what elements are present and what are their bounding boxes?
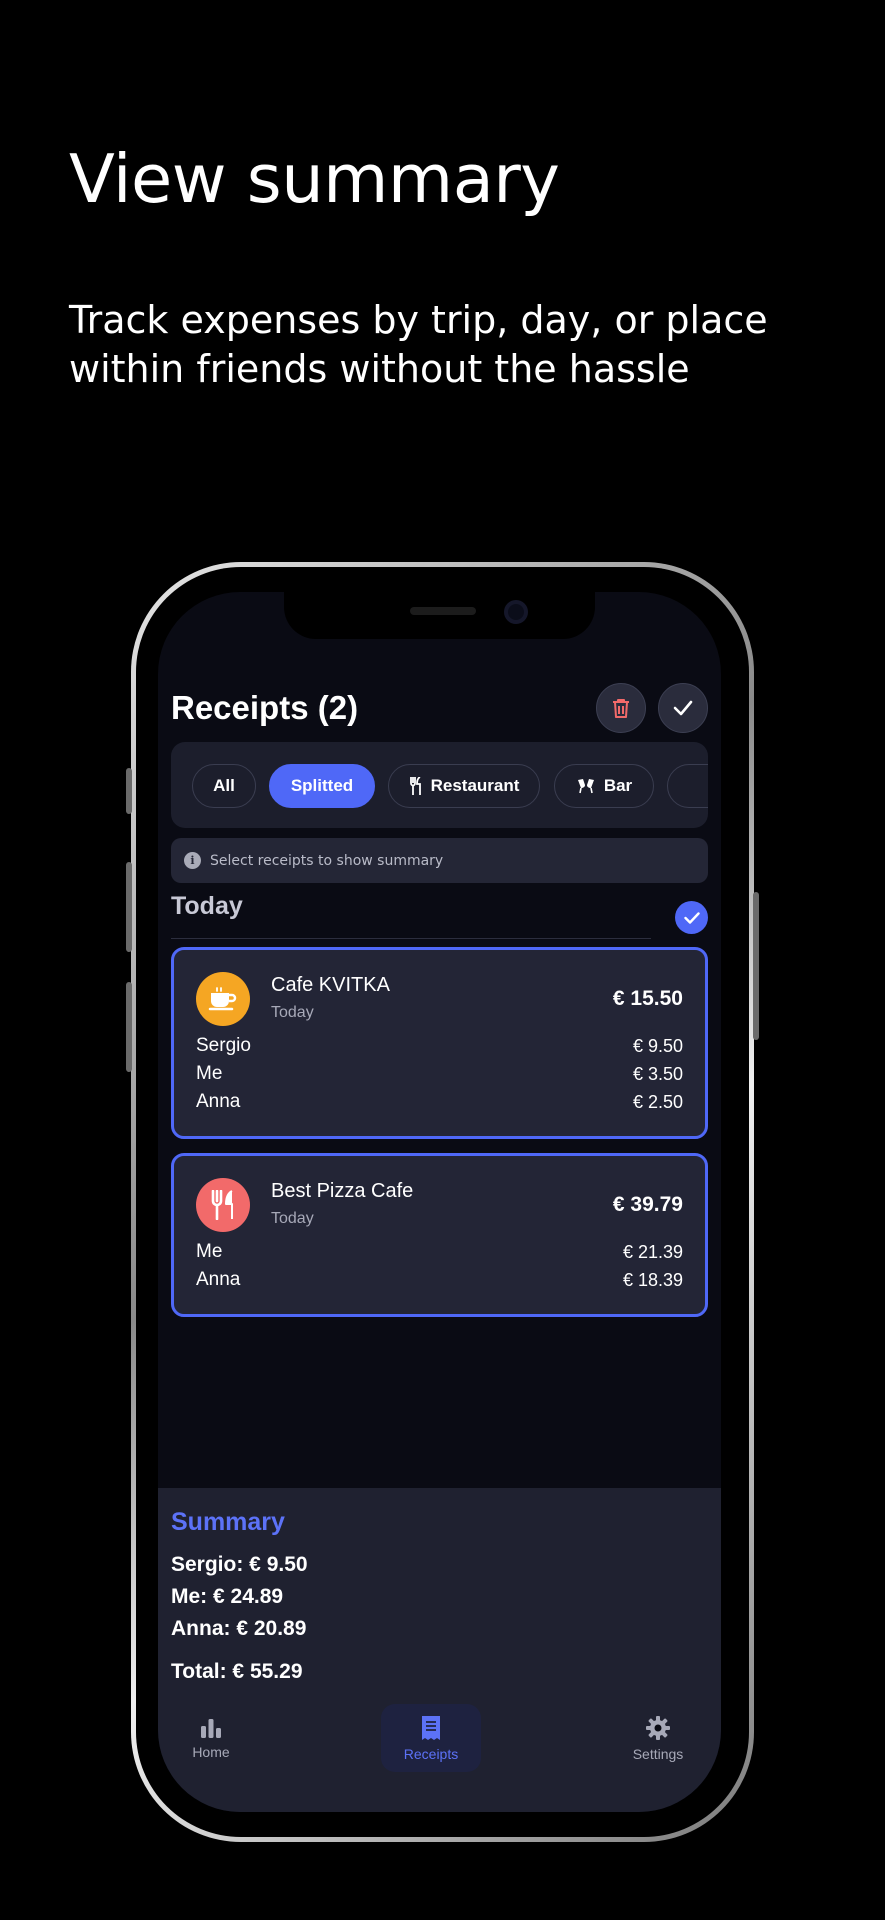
filter-chip-label: Splitted [290,776,354,795]
split-person: Anna [196,1269,241,1290]
section-select-checkbox[interactable] [675,901,708,934]
volume-up-button [126,862,132,952]
hero-title: View summary [69,140,560,218]
split-row: Sergio € 9.50 [196,1032,683,1060]
power-button [753,892,759,1040]
speaker [410,607,476,615]
split-amount: € 9.50 [632,1035,683,1056]
tab-label: Settings [632,1745,684,1762]
tab-label: Receipts [403,1745,459,1762]
split-amount: € 2.50 [632,1091,683,1112]
tab-bar: Home Receipts Settings [158,1704,721,1812]
receipt-card[interactable]: Cafe KVITKA Today € 15.50 Sergio € 9.50 … [171,947,708,1139]
receipt-total: € 15.50 [612,987,683,1010]
split-row: Anna € 18.39 [196,1266,683,1294]
split-amount: € 3.50 [632,1063,683,1084]
page-title: Receipts (2) [171,689,359,726]
summary-total: Total: € 55.29 [171,1660,303,1683]
split-amount: € 18.39 [622,1269,683,1290]
confirm-button[interactable] [658,683,708,733]
trash-icon [613,699,629,718]
receipt-icon [422,1715,440,1740]
receipt-date: Today [271,1210,314,1227]
tab-label: Home [192,1743,230,1760]
hero-subtitle: Track expenses by trip, day, or place wi… [69,298,768,391]
notch [284,592,595,639]
screen-header: Receipts (2) [171,683,708,733]
checkmark-icon [673,700,693,716]
app-screen: Receipts (2) All Splitted Restaurant Bar… [158,592,721,1812]
phone-frame: Receipts (2) All Splitted Restaurant Bar… [131,562,754,1842]
fork-knife-icon [409,777,421,795]
fork-knife-icon [196,1178,250,1232]
split-row: Me € 21.39 [196,1238,683,1266]
filter-chip-label: Restaurant [430,776,520,795]
split-person: Me [196,1241,223,1262]
summary-line: Me: € 24.89 [171,1585,284,1608]
receipt-date: Today [271,1004,314,1021]
split-row: Anna € 2.50 [196,1088,683,1116]
tab-receipts[interactable]: Receipts [381,1704,481,1772]
section-title: Today [171,892,243,920]
filter-chip-label: All [213,776,235,795]
delete-button[interactable] [596,683,646,733]
mute-switch [126,768,132,814]
tab-home[interactable]: Home [171,1704,251,1772]
filter-chip-label: Bar [603,776,633,795]
summary-line: Anna: € 20.89 [171,1617,307,1640]
receipt-name: Cafe KVITKA [271,974,390,996]
section-divider [171,938,651,939]
glasses-cheers-icon [577,779,594,794]
filter-chip-more[interactable] [667,764,708,808]
tab-settings[interactable]: Settings [618,1704,698,1772]
split-person: Anna [196,1091,241,1112]
receipt-total: € 39.79 [612,1193,683,1216]
split-row: Me € 3.50 [196,1060,683,1088]
coffee-cup-icon [196,972,250,1026]
filter-chip-splitted[interactable]: Splitted [269,764,375,808]
gear-icon [646,1715,670,1740]
split-amount: € 21.39 [622,1241,683,1262]
split-person: Sergio [196,1035,251,1056]
receipt-name: Best Pizza Cafe [271,1180,414,1202]
filter-bar: All Splitted Restaurant Bar [171,742,708,828]
camera [504,600,528,624]
hint-banner: i Select receipts to show summary [171,838,708,883]
filter-chip-restaurant[interactable]: Restaurant [388,764,540,808]
filter-chip-all[interactable]: All [192,764,256,808]
bar-chart-icon [201,1718,221,1738]
summary-title: Summary [171,1508,285,1536]
info-icon: i [184,852,201,869]
volume-down-button [126,982,132,1072]
checkmark-icon [683,911,700,924]
split-person: Me [196,1063,223,1084]
hint-text: Select receipts to show summary [210,852,444,869]
summary-line: Sergio: € 9.50 [171,1553,308,1576]
receipt-card[interactable]: Best Pizza Cafe Today € 39.79 Me € 21.39… [171,1153,708,1317]
filter-chip-bar[interactable]: Bar [554,764,654,808]
